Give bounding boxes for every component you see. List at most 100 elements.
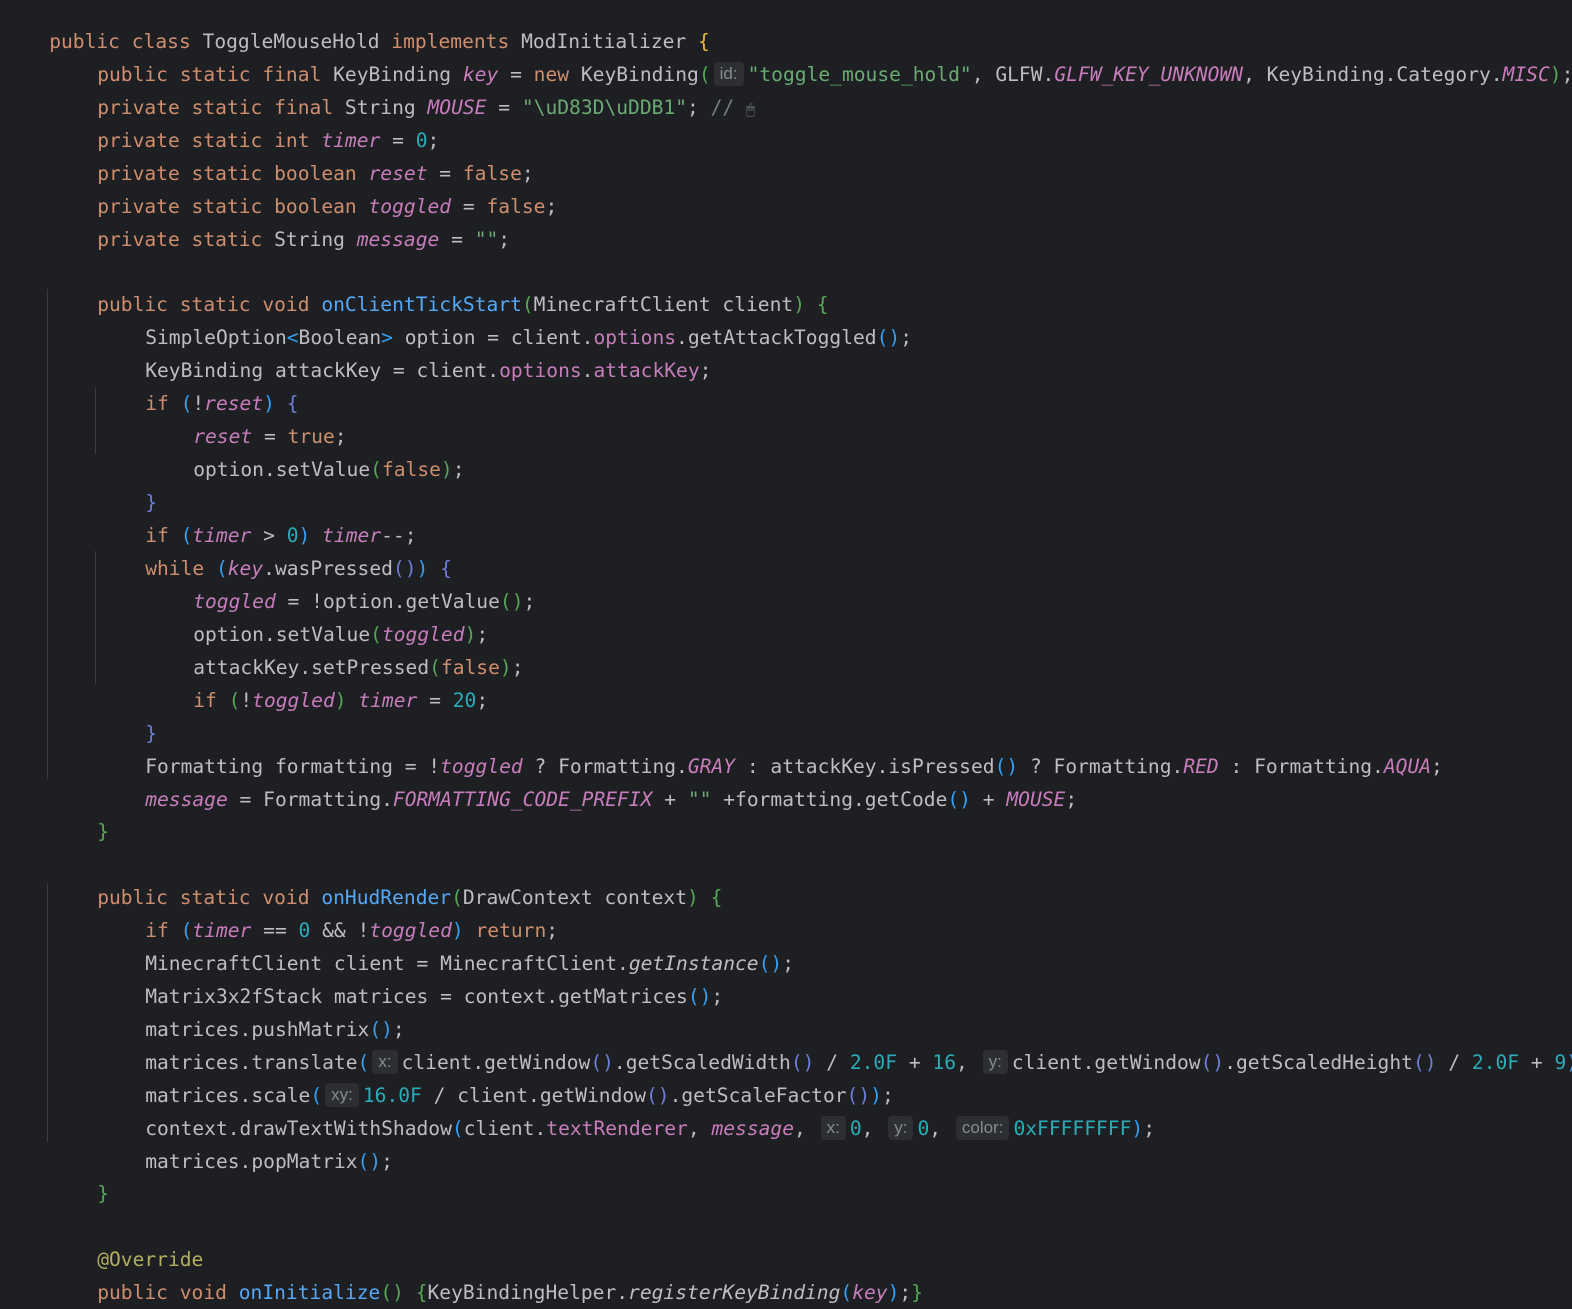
separator: , <box>1243 63 1255 86</box>
code-line-25[interactable]: } <box>50 782 109 843</box>
code-line-28[interactable]: if (timer == 0 && !toggled) return; <box>98 881 558 942</box>
code-line-14[interactable]: option.setValue(false); <box>146 420 464 481</box>
static-field-ref: key <box>852 1281 888 1304</box>
code-line-5[interactable]: private static boolean reset = false; <box>50 124 533 185</box>
paren: ( <box>840 1281 853 1304</box>
code-line-15[interactable]: } <box>98 453 157 514</box>
code-line-2[interactable]: public static final KeyBinding key = new… <box>50 25 1572 86</box>
static-constant: FORMATTING_CODE_PREFIX <box>392 788 653 811</box>
code-line-33[interactable]: matrices.scale(xy: 16.0F / client.getWind… <box>98 1046 894 1107</box>
code-line-23[interactable]: Formatting formatting = !toggled ? Forma… <box>98 717 1443 778</box>
code-line-3[interactable]: private static final String MOUSE = "\uD… <box>50 58 755 119</box>
code-line-9[interactable]: public static void onClientTickStart(Min… <box>50 255 828 316</box>
modifiers: private static <box>97 228 263 251</box>
code-line-13[interactable]: reset = true; <box>146 387 346 448</box>
static-field-ref: toggled <box>252 689 335 712</box>
semicolon: ; <box>452 458 465 481</box>
field-ref: options <box>499 359 582 382</box>
code-line-29[interactable]: MinecraftClient client = MinecraftClient… <box>98 914 794 975</box>
code-line-38[interactable]: @Override <box>50 1210 203 1271</box>
string-literal: "\uD83D\uDDB1" <box>521 96 688 119</box>
string-literal: "toggle_mouse_hold" <box>747 63 972 86</box>
semicolon: ; <box>1562 63 1572 86</box>
indent-guide <box>47 289 48 779</box>
code-line-19[interactable]: option.setValue(toggled); <box>146 585 488 646</box>
code-line-6[interactable]: private static boolean toggled = false; <box>50 157 557 218</box>
indent-guide <box>95 387 96 454</box>
semicolon: ; <box>782 952 794 975</box>
code-line-12[interactable]: if (!reset) { <box>98 354 298 415</box>
code-line-24[interactable]: message = Formatting.FORMATTING_CODE_PRE… <box>98 750 1077 811</box>
code-editor[interactable]: public class ToggleMouseHold implements … <box>0 0 1572 1309</box>
operator: + <box>1519 1051 1555 1074</box>
semicolon: ; <box>900 326 912 349</box>
brace: } <box>97 820 109 843</box>
code-line-36[interactable]: } <box>50 1144 109 1205</box>
mouse-icon: 🖱 <box>746 100 756 118</box>
class-ref: GLFW. <box>995 63 1055 86</box>
semicolon: ; <box>899 1281 912 1304</box>
operator: / <box>1436 1051 1472 1074</box>
string-literal: "" <box>474 228 499 251</box>
code-line-16[interactable]: if (timer > 0) timer--; <box>98 486 416 547</box>
code-line-40[interactable]: } <box>2 1276 61 1309</box>
method-call: option.setValue <box>193 458 371 481</box>
code-line-27[interactable]: public static void onHudRender(DrawConte… <box>50 848 722 909</box>
brace: } <box>97 1182 109 1205</box>
separator: , <box>687 1117 712 1140</box>
separator: , <box>971 63 984 86</box>
static-constant: MISC <box>1502 63 1550 86</box>
method-name: onInitialize <box>238 1281 381 1304</box>
code-text: client.getWindow <box>1011 1051 1201 1074</box>
code-line-30[interactable]: Matrix3x2fStack matrices = context.getMa… <box>98 947 723 1008</box>
number-literal: 0 <box>917 1117 930 1140</box>
code-line-35[interactable]: matrices.popMatrix(); <box>98 1112 393 1173</box>
code-line-20[interactable]: attackKey.setPressed(false); <box>146 618 523 679</box>
code-line-1[interactable]: public class ToggleMouseHold implements … <box>2 0 710 53</box>
paren: ) <box>499 656 512 679</box>
code-text: .getScaledHeight <box>1224 1051 1413 1074</box>
separator: , <box>956 1051 968 1074</box>
static-constant: AQUA <box>1383 755 1432 778</box>
static-constant: MOUSE <box>1006 788 1066 811</box>
paren: ( <box>370 458 382 481</box>
operator: = <box>451 228 463 251</box>
code-line-21[interactable]: if (!toggled) timer = 20; <box>146 651 488 712</box>
number-literal: 20 <box>452 689 477 712</box>
static-field-ref: message <box>711 1117 795 1140</box>
code-text: : Formatting. <box>1218 755 1384 778</box>
paren: () <box>687 985 712 1008</box>
parameter-hint: y: <box>982 1050 1008 1074</box>
code-line-34[interactable]: context.drawTextWithShadow(client.textRe… <box>98 1079 1155 1140</box>
field-name: message <box>356 228 440 251</box>
paren: () <box>947 788 971 811</box>
paren: ) <box>1566 1051 1572 1074</box>
operator: ! <box>240 689 253 712</box>
code-text: KeyBindingHelper. <box>427 1281 629 1304</box>
code-line-39[interactable]: public void onInitialize() {KeyBindingHe… <box>50 1243 923 1304</box>
dot: . <box>581 359 594 382</box>
code-line-17[interactable]: while (key.wasPressed()) { <box>98 519 452 580</box>
code-line-7[interactable]: private static String message = ""; <box>50 190 510 251</box>
semicolon: ; <box>476 689 489 712</box>
comment: // <box>710 96 747 119</box>
code-line-32[interactable]: matrices.translate(x: client.getWindow().… <box>98 1013 1572 1074</box>
code-text: + <box>970 788 1007 811</box>
code-line-4[interactable]: private static int timer = 0; <box>50 91 439 152</box>
semicolon: ; <box>1143 1117 1155 1140</box>
code-line-11[interactable]: KeyBinding attackKey = client.options.at… <box>98 321 711 382</box>
field-ref: textRenderer <box>546 1117 688 1140</box>
operator: = <box>498 96 511 119</box>
code-text: = Formatting. <box>227 788 393 811</box>
code-line-22[interactable]: } <box>98 684 157 745</box>
semicolon: ; <box>711 985 724 1008</box>
code-line-18[interactable]: toggled = !option.getValue(); <box>146 552 535 613</box>
static-constant: RED <box>1183 755 1219 778</box>
semicolon: ; <box>381 1150 393 1173</box>
separator: , <box>929 1117 942 1140</box>
static-method-call: registerKeyBinding <box>628 1281 841 1304</box>
code-line-10[interactable]: SimpleOption<Boolean> option = client.op… <box>98 288 912 349</box>
paren: ( <box>228 689 241 712</box>
operator: + <box>897 1051 933 1074</box>
code-line-31[interactable]: matrices.pushMatrix(); <box>98 980 405 1041</box>
